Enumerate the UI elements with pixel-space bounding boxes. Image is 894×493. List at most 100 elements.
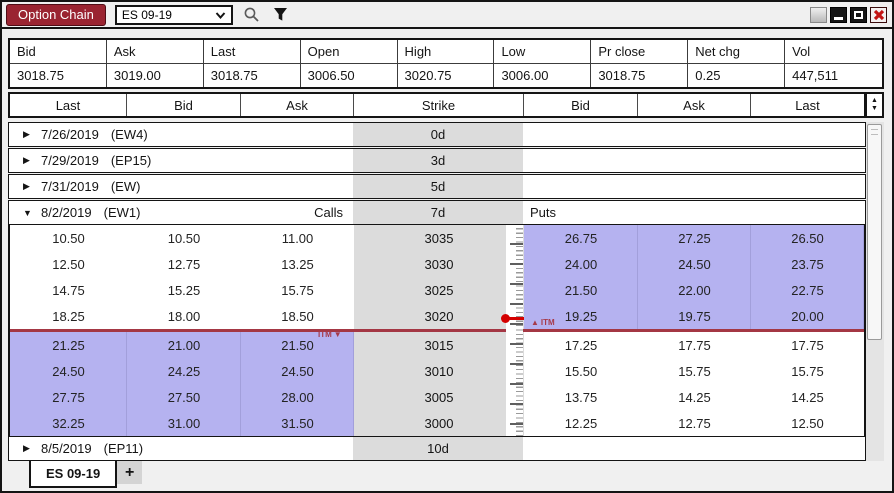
calls-label: Calls <box>314 205 353 220</box>
call-last-cell[interactable]: 24.50 <box>10 358 127 384</box>
put-ask-cell[interactable]: 27.25 <box>638 225 751 251</box>
call-bid-cell[interactable]: 21.00 <box>127 332 241 358</box>
col-header-put-last: Last <box>751 94 864 116</box>
put-bid-cell[interactable]: 24.00 <box>524 251 638 277</box>
put-last-cell[interactable]: 26.50 <box>751 225 864 251</box>
scroll-spinner[interactable]: ▲ ▼ <box>866 92 884 118</box>
scroll-down-icon[interactable]: ▼ <box>871 105 878 113</box>
call-ask-cell[interactable]: 31.50 <box>241 410 354 436</box>
expiry-date: 8/5/2019 <box>41 441 92 456</box>
call-bid-cell[interactable]: 31.00 <box>127 410 241 436</box>
col-header-call-bid: Bid <box>127 94 241 116</box>
call-last-cell[interactable]: 14.75 <box>10 277 127 303</box>
expiry-row-8-5[interactable]: ▶ 8/5/2019 (EP11) 10d <box>8 436 866 461</box>
itm-puts-flag: ▲ITM <box>531 318 555 327</box>
days-to-expiry: 10d <box>353 437 523 460</box>
put-last-cell[interactable]: 22.75 <box>751 277 864 303</box>
call-last-cell[interactable]: 27.75 <box>10 384 127 410</box>
window-extra-button[interactable] <box>810 7 827 23</box>
close-button[interactable] <box>870 7 887 23</box>
call-bid-cell[interactable]: 18.00 <box>127 303 241 329</box>
strike-row-3035[interactable]: 10.50 10.50 11.00 3035 26.75 27.25 26.50 <box>10 225 864 251</box>
days-to-expiry: 7d <box>353 201 523 224</box>
put-last-cell[interactable]: 14.25 <box>751 384 864 410</box>
scroll-up-icon[interactable]: ▲ <box>871 97 878 105</box>
call-ask-cell[interactable]: 13.25 <box>241 251 354 277</box>
strike-row-3000[interactable]: 32.25 31.00 31.50 3000 12.25 12.75 12.50 <box>10 410 864 436</box>
call-bid-cell[interactable]: 24.25 <box>127 358 241 384</box>
maximize-button[interactable] <box>850 7 867 23</box>
call-last-cell[interactable]: 18.25 <box>10 303 127 329</box>
expiry-row-7-26[interactable]: ▶ 7/26/2019 (EW4) 0d <box>8 122 866 147</box>
expiry-row-7-29[interactable]: ▶ 7/29/2019 (EP15) 3d <box>8 148 866 173</box>
expand-arrow-icon[interactable]: ▶ <box>23 129 41 140</box>
call-bid-cell[interactable]: 12.75 <box>127 251 241 277</box>
call-ask-cell[interactable]: 24.50 <box>241 358 354 384</box>
strike-row-3010[interactable]: 24.50 24.25 24.50 3010 15.50 15.75 15.75 <box>10 358 864 384</box>
expiry-date: 7/26/2019 <box>41 127 99 142</box>
quote-header: Low <box>494 40 591 64</box>
expand-arrow-icon[interactable]: ▶ <box>23 181 41 192</box>
put-bid-cell[interactable]: 21.50 <box>524 277 638 303</box>
put-ask-cell[interactable]: 17.75 <box>638 332 751 358</box>
call-bid-cell[interactable]: 15.25 <box>127 277 241 303</box>
call-ask-cell[interactable]: 28.00 <box>241 384 354 410</box>
filter-icon[interactable] <box>271 5 291 25</box>
minimize-button[interactable] <box>830 7 847 23</box>
put-last-cell[interactable]: 23.75 <box>751 251 864 277</box>
chain-rows: ▶ 7/26/2019 (EW4) 0d ▶ 7/29/2019 (EP15) … <box>8 122 866 461</box>
call-ask-cell[interactable]: 15.75 <box>241 277 354 303</box>
collapse-arrow-icon[interactable]: ▼ <box>23 208 41 218</box>
quote-header: Open <box>301 40 398 64</box>
vertical-scrollbar[interactable] <box>866 122 884 461</box>
add-tab-button[interactable]: + <box>117 461 142 484</box>
expiry-row-7-31[interactable]: ▶ 7/31/2019 (EW) 5d <box>8 174 866 199</box>
triangle-up-icon: ▲ <box>531 318 539 327</box>
put-bid-cell[interactable]: 12.25 <box>524 410 638 436</box>
put-ask-cell[interactable]: 15.75 <box>638 358 751 384</box>
put-ask-cell[interactable]: 12.75 <box>638 410 751 436</box>
put-last-cell[interactable]: 12.50 <box>751 410 864 436</box>
put-last-cell[interactable]: 17.75 <box>751 332 864 358</box>
quote-value-high: 3020.75 <box>398 64 495 88</box>
strike-row-3030[interactable]: 12.50 12.75 13.25 3030 24.00 24.50 23.75 <box>10 251 864 277</box>
price-ruler <box>506 225 523 436</box>
call-last-cell[interactable]: 32.25 <box>10 410 127 436</box>
call-last-cell[interactable]: 10.50 <box>10 225 127 251</box>
strike-cell: 3030 <box>354 251 524 277</box>
put-last-cell[interactable]: 15.75 <box>751 358 864 384</box>
strike-row-3015[interactable]: 21.25 21.00 21.50 3015 17.25 17.75 17.75 <box>10 332 864 358</box>
call-bid-cell[interactable]: 27.50 <box>127 384 241 410</box>
call-last-cell[interactable]: 21.25 <box>10 332 127 358</box>
put-bid-cell[interactable]: 13.75 <box>524 384 638 410</box>
call-bid-cell[interactable]: 10.50 <box>127 225 241 251</box>
put-last-cell[interactable]: 20.00 <box>751 303 864 329</box>
strike-row-3020[interactable]: 18.25 18.00 18.50 3020 19.25 19.75 20.00 <box>10 303 864 329</box>
put-bid-cell[interactable]: 17.25 <box>524 332 638 358</box>
symbol-dropdown[interactable]: ES 09-19 <box>115 5 233 25</box>
expiry-row-8-2-expanded[interactable]: ▼ 8/2/2019 (EW1) Calls 7d Puts <box>8 200 866 225</box>
put-bid-cell[interactable]: 26.75 <box>524 225 638 251</box>
symbol-dropdown-value: ES 09-19 <box>122 8 172 22</box>
put-ask-cell[interactable]: 19.75 <box>638 303 751 329</box>
put-ask-cell[interactable]: 24.50 <box>638 251 751 277</box>
col-header-strike: Strike <box>354 94 524 116</box>
scrollbar-thumb[interactable] <box>867 124 882 340</box>
search-icon[interactable] <box>242 5 262 25</box>
call-last-cell[interactable]: 12.50 <box>10 251 127 277</box>
expiry-code: (EW4) <box>111 127 148 142</box>
strike-row-3025[interactable]: 14.75 15.25 15.75 3025 21.50 22.00 22.75 <box>10 277 864 303</box>
put-ask-cell[interactable]: 14.25 <box>638 384 751 410</box>
strike-row-3005[interactable]: 27.75 27.50 28.00 3005 13.75 14.25 14.25 <box>10 384 864 410</box>
tab-es-09-19[interactable]: ES 09-19 <box>29 461 117 488</box>
expand-arrow-icon[interactable]: ▶ <box>23 155 41 166</box>
put-ask-cell[interactable]: 22.00 <box>638 277 751 303</box>
expand-arrow-icon[interactable]: ▶ <box>23 443 41 454</box>
put-bid-cell[interactable]: 15.50 <box>524 358 638 384</box>
strike-cell: 3000 <box>354 410 524 436</box>
call-ask-cell[interactable]: 11.00 <box>241 225 354 251</box>
col-header-put-bid: Bid <box>524 94 638 116</box>
option-chain-window: Option Chain ES 09-19 Bid Ask Last Open … <box>0 0 894 493</box>
quote-value-low: 3006.00 <box>494 64 591 88</box>
call-ask-cell[interactable]: 18.50 <box>241 303 354 329</box>
